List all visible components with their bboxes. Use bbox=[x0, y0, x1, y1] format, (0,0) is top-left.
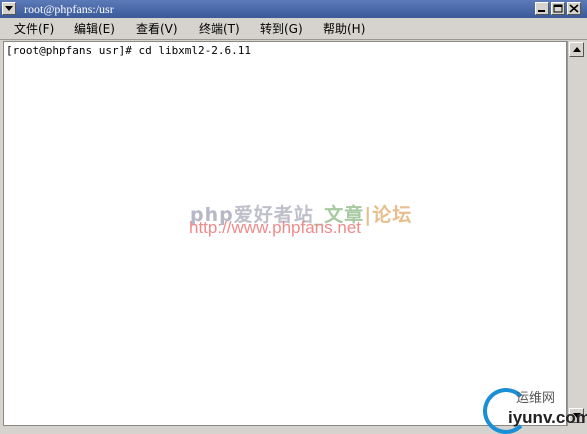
arrow-up-icon bbox=[573, 47, 581, 52]
menu-bar: 文件(F) 编辑(E) 查看(V) 终端(T) 转到(G) 帮助(H) bbox=[0, 18, 587, 40]
menu-go[interactable]: 转到(G) bbox=[260, 22, 303, 36]
window-menu-button[interactable] bbox=[2, 2, 16, 15]
vertical-scrollbar[interactable] bbox=[567, 41, 584, 426]
terminal-area[interactable]: [root@phpfans usr]# cd libxml2-2.6.11 ph… bbox=[3, 41, 567, 426]
maximize-button[interactable] bbox=[551, 2, 565, 15]
maximize-icon bbox=[553, 4, 563, 13]
window-title: root@phpfans:/usr bbox=[24, 2, 114, 16]
minimize-icon bbox=[538, 10, 545, 12]
close-button[interactable] bbox=[567, 2, 581, 15]
logo-text-bottom: iyunv.com bbox=[508, 408, 587, 427]
close-icon bbox=[569, 4, 579, 13]
terminal-line: [root@phpfans usr]# cd libxml2-2.6.11 bbox=[6, 44, 252, 57]
menu-help[interactable]: 帮助(H) bbox=[323, 22, 365, 36]
chevron-down-icon bbox=[5, 6, 13, 11]
title-bar: root@phpfans:/usr bbox=[0, 0, 587, 18]
menu-terminal[interactable]: 终端(T) bbox=[199, 22, 240, 36]
menu-edit[interactable]: 编辑(E) bbox=[74, 22, 115, 36]
minimize-button[interactable] bbox=[535, 2, 549, 15]
watermark-part: |论坛 bbox=[364, 204, 413, 226]
menu-view[interactable]: 查看(V) bbox=[136, 22, 178, 36]
logo-text-top: 运维网 bbox=[516, 391, 556, 406]
menu-file[interactable]: 文件(F) bbox=[14, 22, 54, 36]
scroll-up-button[interactable] bbox=[569, 42, 584, 57]
watermark-url: http://www.phpfans.net bbox=[189, 218, 361, 237]
